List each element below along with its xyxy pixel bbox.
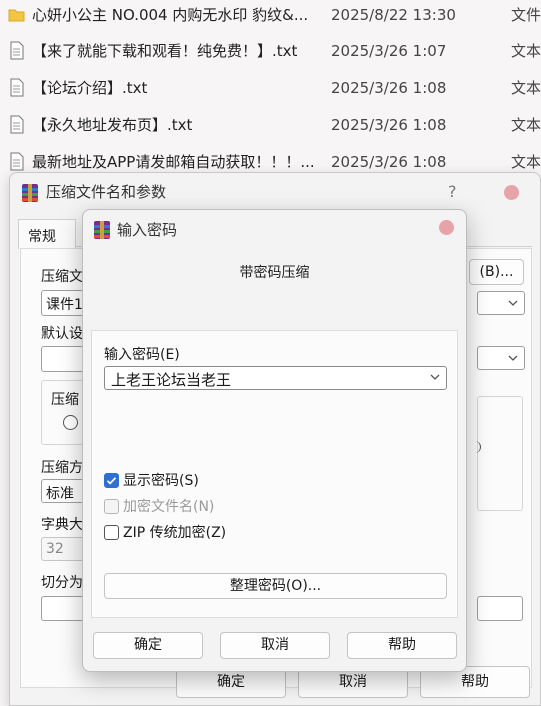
help-button[interactable]: 帮助 <box>347 632 457 659</box>
file-type: 文本 <box>511 42 541 60</box>
chevron-down-icon <box>508 300 518 306</box>
password-dialog: 输入密码 带密码压缩 输入密码(E) 上老王论坛当老王 显示密码(S) 加密文件… <box>82 209 467 672</box>
archive-options-group <box>477 396 523 511</box>
checkbox-checked[interactable] <box>104 472 119 488</box>
password-label: 输入密码(E) <box>104 347 180 363</box>
file-type: 文本 <box>511 79 541 97</box>
split-unit-dropdown[interactable] <box>477 596 523 621</box>
file-row[interactable]: 【永久地址发布页】.txt 2025/3/26 1:08 文本 <box>0 106 541 143</box>
format-radio[interactable] <box>63 415 78 430</box>
file-date: 2025/8/22 13:30 <box>331 5 456 24</box>
close-icon[interactable] <box>504 185 519 200</box>
update-mode-dropdown[interactable] <box>477 346 525 370</box>
file-type: 文本 <box>511 116 541 134</box>
text-file-icon <box>10 115 24 134</box>
zip-legacy-label: ZIP 传统加密(Z) <box>123 525 227 541</box>
password-value: 上老王论坛当老王 <box>111 371 232 389</box>
password-panel: 输入密码(E) 上老王论坛当老王 显示密码(S) 加密文件名(N) ZIP 传统… <box>91 330 458 618</box>
file-name: 【来了就能下载和观看！纯免费！】.txt <box>32 42 298 60</box>
show-password-label: 显示密码(S) <box>123 473 199 489</box>
close-icon[interactable] <box>439 220 454 235</box>
ok-button[interactable]: 确定 <box>93 632 203 659</box>
encrypt-filenames-checkbox[interactable]: 加密文件名(N) <box>104 496 214 516</box>
folder-icon <box>8 9 25 22</box>
winrar-icon <box>22 184 38 202</box>
dialog-title: 输入密码 <box>117 221 178 239</box>
checkbox-unchecked[interactable] <box>104 524 119 540</box>
organize-passwords-button[interactable]: 整理密码(O)... <box>104 573 447 599</box>
file-name: 【永久地址发布页】.txt <box>32 116 193 134</box>
file-name: 心妍小公主 NO.004 内购无水印 豹纹&... <box>32 6 309 24</box>
file-row[interactable]: 【论坛介绍】.txt 2025/3/26 1:08 文本 <box>0 69 541 106</box>
file-date: 2025/3/26 1:08 <box>331 152 447 171</box>
checkbox-unchecked[interactable] <box>104 498 119 514</box>
file-row[interactable]: 心妍小公主 NO.004 内购无水印 豹纹&... 2025/8/22 13:3… <box>0 0 541 33</box>
tab-general[interactable]: 常规 <box>18 219 76 249</box>
checkmark-icon <box>106 476 117 485</box>
file-name: 【论坛介绍】.txt <box>32 79 148 97</box>
help-icon[interactable]: ? <box>448 182 457 201</box>
show-password-checkbox[interactable]: 显示密码(S) <box>104 470 199 490</box>
file-date: 2025/3/26 1:08 <box>331 78 447 97</box>
zip-legacy-checkbox[interactable]: ZIP 传统加密(Z) <box>104 522 226 542</box>
file-date: 2025/3/26 1:07 <box>331 41 447 60</box>
file-row[interactable]: 【来了就能下载和观看！纯免费！】.txt 2025/3/26 1:07 文本 <box>0 32 541 69</box>
file-date: 2025/3/26 1:08 <box>331 115 447 134</box>
cancel-button[interactable]: 取消 <box>220 632 330 659</box>
password-combobox[interactable]: 上老王论坛当老王 <box>104 366 447 390</box>
browse-button[interactable]: (B)... <box>469 259 524 285</box>
file-type: 文件 <box>511 6 541 24</box>
archive-name-dropdown[interactable] <box>477 291 525 315</box>
text-file-icon <box>10 152 24 171</box>
chevron-down-icon[interactable] <box>430 370 440 384</box>
text-file-icon <box>10 78 24 97</box>
encrypt-filenames-label: 加密文件名(N) <box>123 499 215 515</box>
file-name: 最新地址及APP请发邮箱自动获取！！！... <box>32 153 315 171</box>
chevron-down-icon <box>508 355 518 361</box>
file-type: 文本 <box>511 153 541 171</box>
winrar-icon <box>94 221 110 239</box>
dialog-caption: 带密码压缩 <box>239 265 310 281</box>
text-file-icon <box>10 41 24 60</box>
dialog-title: 压缩文件名和参数 <box>46 183 167 201</box>
